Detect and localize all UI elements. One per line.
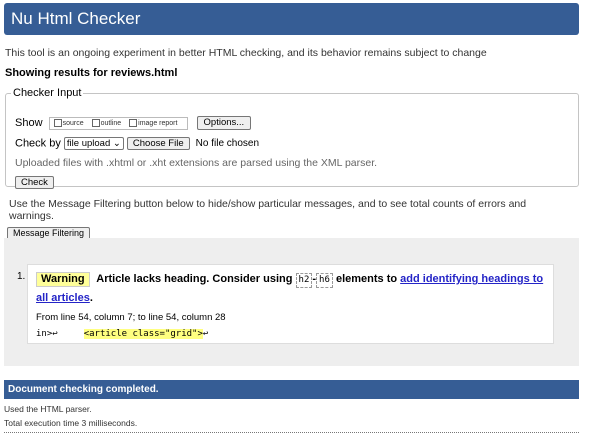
completion-bar: Document checking completed.: [4, 380, 579, 399]
code-h6: h6: [316, 273, 333, 288]
message-item: Warning Article lacks heading. Consider …: [27, 264, 554, 344]
checkby-select[interactable]: file upload ⌄: [63, 137, 124, 150]
show-image-report-option[interactable]: image report: [129, 118, 177, 127]
code-h2: h2: [295, 273, 313, 288]
show-options-box: source outline image report: [48, 116, 189, 130]
source-checkbox[interactable]: [53, 118, 62, 127]
title-bar: Nu Html Checker: [4, 3, 579, 35]
execution-time: Total execution time 3 milliseconds.: [4, 418, 138, 428]
message-number: 1.: [17, 271, 26, 282]
footer-divider: [4, 432, 579, 433]
message-location: From line 54, column 7; to line 54, colu…: [36, 312, 226, 323]
check-button[interactable]: Check: [15, 176, 54, 189]
app-title: Nu Html Checker: [11, 9, 141, 28]
options-button[interactable]: Options...: [196, 116, 252, 130]
outline-checkbox[interactable]: [91, 118, 100, 127]
results-heading: Showing results for reviews.html: [5, 67, 178, 79]
checker-input-legend: Checker Input: [13, 87, 82, 99]
message-text: Warning Article lacks heading. Consider …: [36, 272, 544, 304]
parser-info: Used the HTML parser.: [4, 404, 92, 414]
show-outline-option[interactable]: outline: [91, 118, 121, 127]
message-extract: in>↩ <article class="grid">↩: [36, 329, 209, 339]
file-status: No file chosen: [195, 138, 260, 150]
checkby-label: Check by: [15, 137, 61, 150]
checker-input-fieldset: Checker Input Show source outline image …: [5, 87, 579, 189]
image-report-checkbox[interactable]: [129, 118, 138, 127]
show-label: Show: [15, 116, 43, 129]
checkby-row: Check by file upload ⌄ Choose File No fi…: [15, 137, 259, 150]
filter-hint: Use the Message Filtering button below t…: [9, 198, 527, 222]
show-row: Show source outline image report Options…: [15, 116, 252, 130]
intro-text: This tool is an ongoing experiment in be…: [5, 47, 487, 59]
show-source-option[interactable]: source: [53, 118, 84, 127]
extract-highlight: <article class="grid">: [83, 329, 203, 339]
chevron-down-icon: ⌄: [112, 138, 121, 149]
warning-badge: Warning: [36, 272, 90, 287]
results-panel: 1. Warning Article lacks heading. Consid…: [4, 238, 579, 366]
choose-file-button[interactable]: Choose File: [126, 137, 190, 150]
xml-parser-note: Uploaded files with .xhtml or .xht exten…: [15, 157, 378, 169]
check-row: Check: [15, 176, 54, 189]
